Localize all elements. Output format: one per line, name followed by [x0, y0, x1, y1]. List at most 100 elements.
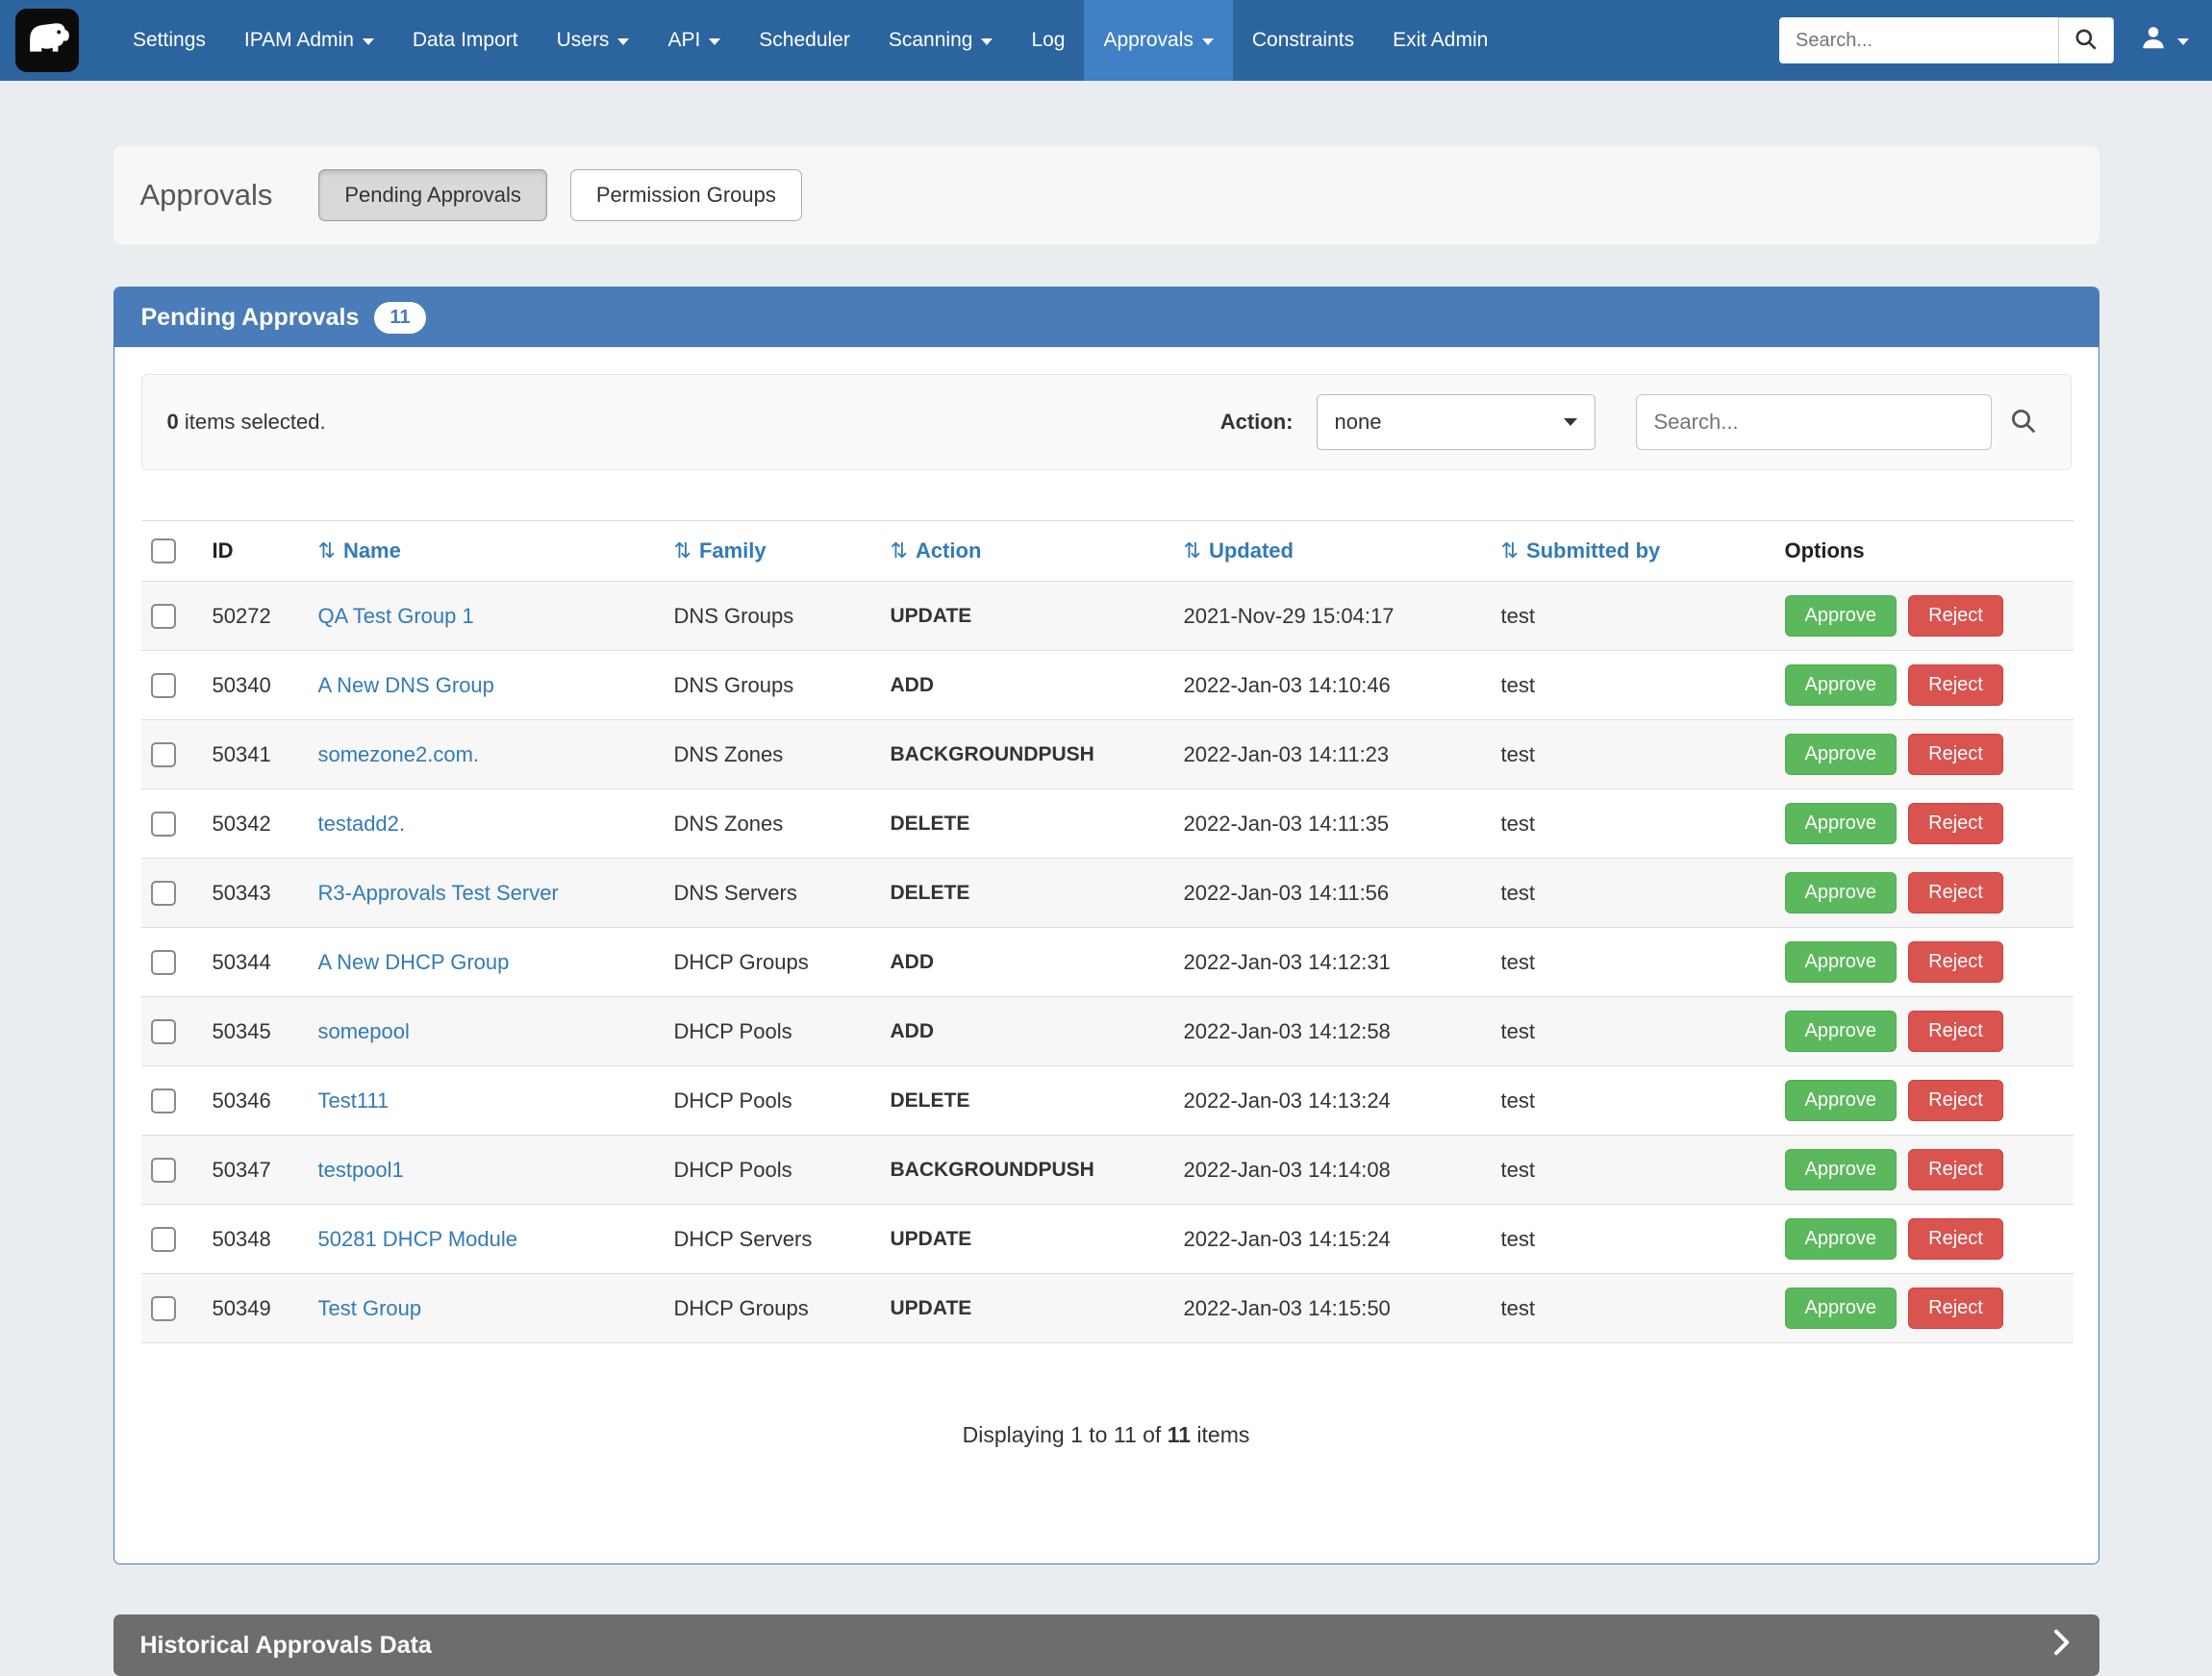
approve-button[interactable]: Approve: [1785, 803, 1898, 844]
row-name-link[interactable]: QA Test Group 1: [318, 604, 474, 628]
row-checkbox[interactable]: [151, 881, 176, 906]
nav-item-approvals[interactable]: Approvals: [1084, 0, 1232, 81]
column-header-action[interactable]: ⇅Action: [881, 521, 1174, 582]
row-family: DHCP Pools: [665, 1136, 881, 1205]
phpipam-logo[interactable]: [15, 9, 79, 72]
row-checkbox[interactable]: [151, 1088, 176, 1113]
footer-prefix: Displaying 1 to 11 of: [963, 1422, 1168, 1447]
nav-item-constraints[interactable]: Constraints: [1233, 0, 1373, 81]
row-name-link[interactable]: R3-Approvals Test Server: [318, 881, 559, 905]
row-checkbox[interactable]: [151, 742, 176, 767]
selected-text: items selected.: [179, 410, 326, 434]
approve-button[interactable]: Approve: [1785, 1218, 1898, 1260]
tab-permission-groups[interactable]: Permission Groups: [570, 169, 802, 221]
reject-button[interactable]: Reject: [1908, 941, 2003, 983]
table-row: 50272 QA Test Group 1 DNS Groups UPDATE …: [141, 582, 2074, 651]
column-header-updated[interactable]: ⇅Updated: [1174, 521, 1492, 582]
row-family: DHCP Pools: [665, 997, 881, 1066]
action-select[interactable]: none: [1317, 394, 1596, 450]
navbar-search-input[interactable]: [1779, 17, 2058, 63]
row-checkbox[interactable]: [151, 812, 176, 837]
pending-approvals-panel: Pending Approvals 11 0 items selected. A…: [113, 287, 2099, 1564]
row-name-link[interactable]: testadd2.: [318, 812, 406, 836]
row-submitted-by: test: [1492, 859, 1775, 928]
nav-label: Approvals: [1103, 29, 1193, 52]
row-action: ADD: [881, 651, 1174, 720]
row-name-link[interactable]: somepool: [318, 1019, 410, 1043]
nav-item-ipam-admin[interactable]: IPAM Admin: [225, 0, 393, 81]
approve-button[interactable]: Approve: [1785, 1080, 1898, 1121]
column-label: Updated: [1209, 538, 1294, 563]
row-checkbox[interactable]: [151, 950, 176, 975]
tab-pending-approvals[interactable]: Pending Approvals: [318, 169, 546, 221]
row-family: DNS Zones: [665, 789, 881, 859]
column-header-submitted-by[interactable]: ⇅Submitted by: [1492, 521, 1775, 582]
nav-item-scanning[interactable]: Scanning: [869, 0, 1013, 81]
approve-button[interactable]: Approve: [1785, 734, 1898, 775]
reject-button[interactable]: Reject: [1908, 1011, 2003, 1052]
reject-button[interactable]: Reject: [1908, 1218, 2003, 1260]
column-label: ID: [213, 538, 234, 563]
nav-item-data-import[interactable]: Data Import: [393, 0, 538, 81]
row-action: DELETE: [881, 789, 1174, 859]
column-header-name[interactable]: ⇅Name: [309, 521, 665, 582]
approve-button[interactable]: Approve: [1785, 664, 1898, 706]
nav-item-api[interactable]: API: [648, 0, 740, 81]
row-action: BACKGROUNDPUSH: [881, 1136, 1174, 1205]
reject-button[interactable]: Reject: [1908, 872, 2003, 913]
nav-item-settings[interactable]: Settings: [113, 0, 225, 81]
row-name-link[interactable]: testpool1: [318, 1158, 404, 1182]
reject-button[interactable]: Reject: [1908, 1288, 2003, 1329]
row-id: 50345: [203, 997, 309, 1066]
row-name-link[interactable]: A New DHCP Group: [318, 950, 510, 974]
user-menu[interactable]: [2139, 23, 2189, 58]
footer-suffix: items: [1191, 1422, 1249, 1447]
row-name-link[interactable]: somezone2.com.: [318, 742, 480, 766]
reject-button[interactable]: Reject: [1908, 1149, 2003, 1190]
reject-button[interactable]: Reject: [1908, 595, 2003, 637]
approve-button[interactable]: Approve: [1785, 1149, 1898, 1190]
column-header-family[interactable]: ⇅Family: [665, 521, 881, 582]
table-search-button[interactable]: [2001, 399, 2046, 446]
pending-count-badge: 11: [374, 302, 425, 334]
chevron-down-icon: [709, 38, 720, 45]
approve-button[interactable]: Approve: [1785, 1011, 1898, 1052]
row-id: 50340: [203, 651, 309, 720]
page-title: Approvals: [140, 178, 273, 213]
row-checkbox[interactable]: [151, 1227, 176, 1252]
row-action: BACKGROUNDPUSH: [881, 720, 1174, 789]
nav-item-exit-admin[interactable]: Exit Admin: [1373, 0, 1507, 81]
row-name-link[interactable]: Test Group: [318, 1296, 422, 1320]
row-submitted-by: test: [1492, 720, 1775, 789]
row-updated: 2022-Jan-03 14:15:24: [1174, 1205, 1492, 1274]
sort-icon: ⇅: [891, 538, 908, 563]
row-updated: 2022-Jan-03 14:10:46: [1174, 651, 1492, 720]
row-name-link[interactable]: Test111: [318, 1088, 390, 1113]
row-updated: 2022-Jan-03 14:11:23: [1174, 720, 1492, 789]
navbar-search-button[interactable]: [2058, 17, 2114, 63]
row-checkbox[interactable]: [151, 1019, 176, 1044]
table-search-input[interactable]: [1636, 394, 1992, 450]
nav-item-users[interactable]: Users: [538, 0, 649, 81]
nav-item-scheduler[interactable]: Scheduler: [740, 0, 869, 81]
approve-button[interactable]: Approve: [1785, 1288, 1898, 1329]
row-name-link[interactable]: A New DNS Group: [318, 673, 494, 697]
reject-button[interactable]: Reject: [1908, 803, 2003, 844]
reject-button[interactable]: Reject: [1908, 734, 2003, 775]
select-all-checkbox[interactable]: [151, 538, 176, 563]
row-checkbox[interactable]: [151, 1158, 176, 1183]
reject-button[interactable]: Reject: [1908, 664, 2003, 706]
historical-approvals-toggle[interactable]: Historical Approvals Data: [113, 1614, 2099, 1676]
row-checkbox[interactable]: [151, 1296, 176, 1321]
row-checkbox[interactable]: [151, 673, 176, 698]
row-checkbox[interactable]: [151, 604, 176, 629]
nav-item-log[interactable]: Log: [1012, 0, 1084, 81]
row-updated: 2021-Nov-29 15:04:17: [1174, 582, 1492, 651]
approve-button[interactable]: Approve: [1785, 941, 1898, 983]
row-action: UPDATE: [881, 1205, 1174, 1274]
pending-approvals-table: ID ⇅Name ⇅Family ⇅Action ⇅Updated ⇅Submi…: [141, 520, 2074, 1343]
approve-button[interactable]: Approve: [1785, 595, 1898, 637]
reject-button[interactable]: Reject: [1908, 1080, 2003, 1121]
approve-button[interactable]: Approve: [1785, 872, 1898, 913]
row-name-link[interactable]: 50281 DHCP Module: [318, 1227, 518, 1251]
